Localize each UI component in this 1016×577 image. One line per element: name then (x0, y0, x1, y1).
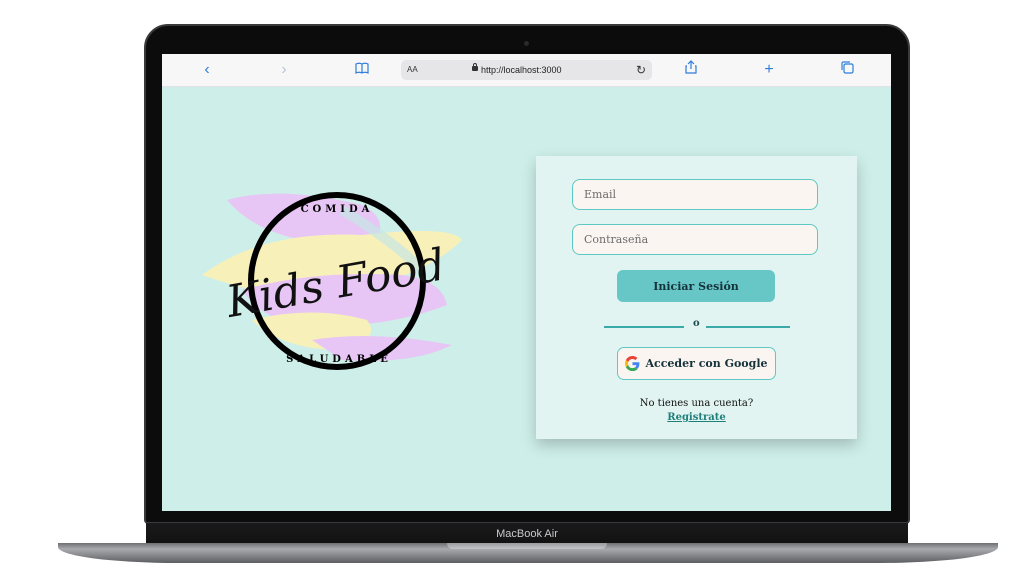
forward-icon[interactable]: › (274, 60, 294, 80)
email-field[interactable] (572, 179, 818, 210)
address-bar[interactable]: AA http://localhost:3000 ↻ (401, 60, 652, 80)
bookmarks-icon[interactable] (352, 60, 372, 80)
browser-toolbar: ‹ › AA http://localhost:3000 ↻ + (162, 54, 891, 87)
login-card: Iniciar Sesión o Acceder con Google No t… (536, 156, 857, 439)
google-button-label: Acceder con Google (645, 357, 768, 370)
browser-screen: ‹ › AA http://localhost:3000 ↻ + COMIDA … (162, 54, 891, 511)
google-icon (625, 356, 640, 371)
kids-food-logo: COMIDA Kids Food SALUDABLE (202, 192, 462, 370)
laptop-notch (447, 543, 607, 549)
logo-top-text: COMIDA (301, 204, 374, 215)
back-icon[interactable]: ‹ (197, 60, 217, 80)
new-tab-icon[interactable]: + (759, 60, 779, 80)
login-button[interactable]: Iniciar Sesión (617, 270, 775, 302)
logo-bottom-text: SALUDABLE (286, 354, 392, 365)
divider-left (604, 326, 684, 328)
google-login-button[interactable]: Acceder con Google (617, 347, 776, 380)
password-field[interactable] (572, 224, 818, 255)
share-icon[interactable] (681, 60, 701, 80)
divider-right (706, 326, 790, 328)
no-account-text: No tienes una cuenta? (639, 398, 754, 409)
separator-text: o (693, 318, 700, 329)
text-size-button[interactable]: AA (407, 60, 418, 80)
camera-icon (524, 41, 529, 46)
tabs-icon[interactable] (837, 60, 857, 80)
register-link[interactable]: Registrate (536, 412, 857, 423)
url-text: http://localhost:3000 (481, 65, 562, 75)
device-label: MacBook Air (496, 528, 558, 540)
reload-icon[interactable]: ↻ (636, 60, 646, 80)
lock-icon (472, 63, 478, 71)
